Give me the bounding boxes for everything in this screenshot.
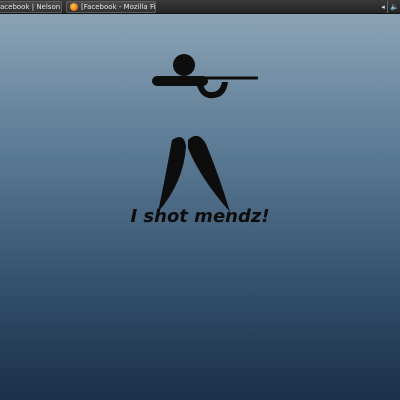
firefox-icon	[70, 3, 78, 11]
speaker-icon[interactable]: 🔈	[390, 2, 400, 12]
desktop-wallpaper: I shot mendz!	[0, 14, 400, 400]
rifle-stock	[196, 82, 228, 99]
taskbar-button-firefox[interactable]: [Facebook - Mozilla Fire...	[66, 1, 156, 13]
tray-divider	[387, 1, 388, 13]
wallpaper-caption: I shot mendz!	[130, 206, 270, 227]
tray-expand-arrow-icon[interactable]: ◂	[379, 2, 387, 12]
shooter-right-leg	[188, 135, 230, 212]
rifle-shooter-icon	[152, 54, 258, 212]
taskbar: acebook | Nelson Ma... [Facebook - Mozil…	[0, 0, 400, 14]
taskbar-button-facebook-nelson[interactable]: acebook | Nelson Ma...	[0, 1, 62, 13]
shooter-head	[173, 54, 195, 76]
task-label: [Facebook - Mozilla Fire...	[81, 3, 156, 11]
screen: acebook | Nelson Ma... [Facebook - Mozil…	[0, 0, 400, 400]
task-label: acebook | Nelson Ma...	[0, 3, 61, 11]
shooter-left-leg	[158, 137, 186, 212]
